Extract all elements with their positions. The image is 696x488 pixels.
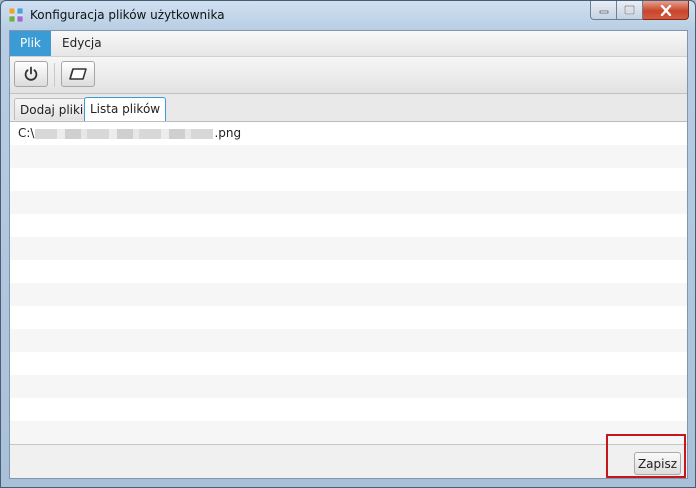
window-title: Konfiguracja plików użytkownika [30,8,225,22]
empty-row [10,214,687,237]
empty-row [10,306,687,329]
file-path-prefix: C:\ [18,126,35,140]
tab-dodaj-pliki[interactable]: Dodaj pliki [14,98,90,120]
file-list[interactable]: C:\ .png [10,122,687,445]
empty-row [10,375,687,398]
app-window: Konfiguracja plików użytkownika Plik Edy… [0,0,696,488]
tab-lista-plikow[interactable]: Lista plików [84,97,167,121]
app-grid-icon [8,7,24,23]
footer-bar: Zapisz [10,434,687,478]
empty-row [10,352,687,375]
minimize-button[interactable] [590,1,617,20]
maximize-button[interactable] [617,1,643,20]
power-icon [24,66,38,81]
file-path-suffix: .png [214,126,242,140]
empty-row [10,329,687,352]
empty-row [10,191,687,214]
clear-button[interactable] [61,61,95,87]
save-button[interactable]: Zapisz [634,452,681,475]
title-bar[interactable]: Konfiguracja plików użytkownika [1,1,695,29]
power-button[interactable] [14,61,48,87]
toolbar [10,57,687,94]
empty-row [10,260,687,283]
empty-row [10,145,687,168]
list-item[interactable]: C:\ .png [10,122,687,145]
close-icon [660,4,671,16]
toolbar-separator [54,63,55,87]
empty-row [10,168,687,191]
tab-bar: Dodaj pliki Lista plików [10,94,687,122]
redacted-path [35,128,214,139]
window-content: Plik Edycja Dodaj pliki Lista plików C:\… [9,30,688,479]
empty-row [10,237,687,260]
eraser-icon [69,68,87,80]
empty-row [10,283,687,306]
minimize-icon [599,10,608,14]
maximize-icon [624,5,635,15]
menu-edycja[interactable]: Edycja [52,31,112,56]
empty-row [10,398,687,421]
menu-plik[interactable]: Plik [10,31,51,56]
empty-row [10,421,687,444]
close-button[interactable] [643,1,689,20]
menu-bar: Plik Edycja [10,31,687,57]
